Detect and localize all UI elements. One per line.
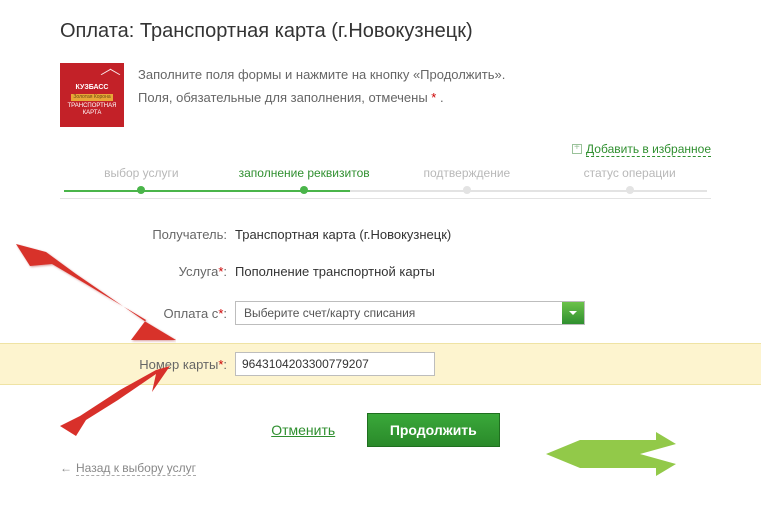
logo-line: Золотая Корона bbox=[71, 94, 112, 102]
step-details: заполнение реквизитов bbox=[223, 166, 386, 194]
required-mark: * bbox=[218, 306, 223, 321]
recipient-value: Транспортная карта (г.Новокузнецк) bbox=[235, 227, 711, 242]
row-payfrom: Оплата с*: Выберите счет/карту списания bbox=[60, 297, 711, 329]
chevron-down-icon[interactable] bbox=[562, 302, 584, 324]
required-mark: * bbox=[218, 264, 223, 279]
page-title: Оплата: Транспортная карта (г.Новокузнец… bbox=[60, 20, 711, 43]
payfrom-select[interactable]: Выберите счет/карту списания bbox=[235, 301, 585, 325]
step-status: статус операции bbox=[548, 166, 711, 194]
back-link[interactable]: Назад к выбору услуг bbox=[76, 461, 196, 476]
recipient-label: Получатель: bbox=[60, 227, 235, 242]
service-label: Услуга bbox=[179, 264, 219, 279]
continue-button[interactable]: Продолжить bbox=[367, 413, 500, 447]
progress-steps: выбор услуги заполнение реквизитов подтв… bbox=[60, 166, 711, 199]
payfrom-selected: Выберите счет/карту списания bbox=[236, 306, 562, 320]
logo-line: КАРТА bbox=[83, 110, 102, 117]
cardnum-label: Номер карты bbox=[139, 357, 218, 372]
bookmark-icon bbox=[572, 144, 582, 154]
service-value: Пополнение транспортной карты bbox=[235, 264, 711, 279]
payfrom-label: Оплата с bbox=[163, 306, 218, 321]
back-arrow-icon: ← bbox=[60, 461, 72, 475]
add-to-favorites-link[interactable]: Добавить в избранное bbox=[586, 142, 711, 157]
logo-line: КУЗБАСС bbox=[76, 84, 109, 92]
row-cardnumber: Номер карты*: bbox=[0, 343, 761, 385]
row-recipient: Получатель: Транспортная карта (г.Новоку… bbox=[60, 223, 711, 246]
intro-line2-post: . bbox=[436, 90, 443, 105]
intro-line2-pre: Поля, обязательные для заполнения, отмеч… bbox=[138, 90, 431, 105]
step-confirm: подтверждение bbox=[386, 166, 549, 194]
required-mark: * bbox=[218, 357, 223, 372]
step-service: выбор услуги bbox=[60, 166, 223, 194]
provider-logo: КУЗБАСС Золотая Корона ТРАНСПОРТНАЯ КАРТ… bbox=[60, 63, 124, 127]
intro-block: КУЗБАСС Золотая Корона ТРАНСПОРТНАЯ КАРТ… bbox=[60, 63, 711, 127]
logo-line: ТРАНСПОРТНАЯ bbox=[68, 103, 117, 110]
card-number-input[interactable] bbox=[235, 352, 435, 376]
row-service: Услуга*: Пополнение транспортной карты bbox=[60, 260, 711, 283]
intro-text: Заполните поля формы и нажмите на кнопку… bbox=[138, 63, 505, 127]
cancel-button[interactable]: Отменить bbox=[271, 422, 335, 438]
intro-line1: Заполните поля формы и нажмите на кнопку… bbox=[138, 63, 505, 86]
